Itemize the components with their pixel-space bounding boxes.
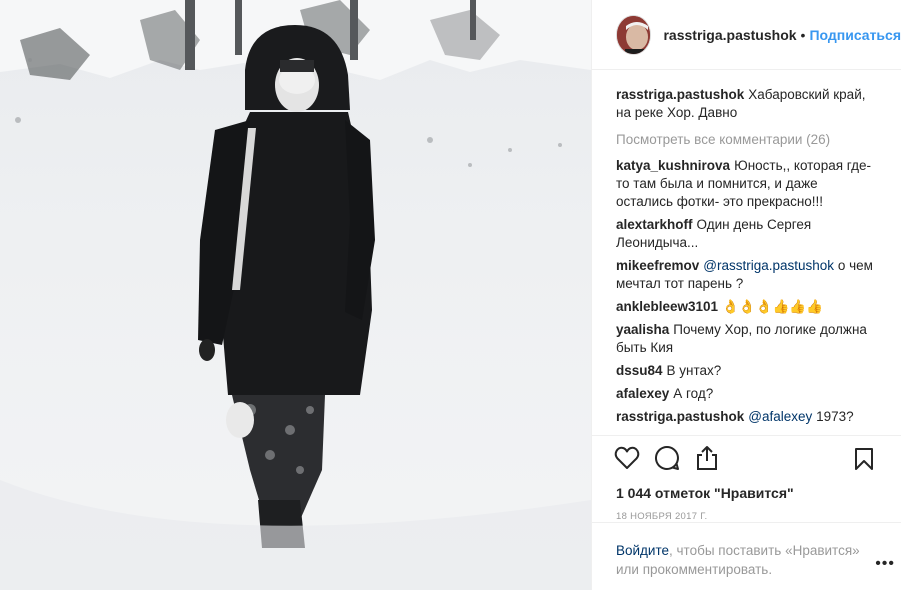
comment-item: dssu84 В унтах? bbox=[616, 362, 877, 380]
comments-section: rasstriga.pastushok Хабаровский край, на … bbox=[592, 70, 901, 436]
avatar[interactable] bbox=[616, 14, 652, 55]
post-photo[interactable] bbox=[0, 0, 591, 590]
comment-icon bbox=[655, 445, 679, 470]
header-username[interactable]: rasstriga.pastushok bbox=[663, 27, 796, 43]
comment-username[interactable]: rasstriga.pastushok bbox=[616, 409, 744, 424]
comment-username[interactable]: yaalisha bbox=[616, 322, 669, 337]
heart-icon bbox=[614, 446, 640, 469]
comment-username[interactable]: mikeefremov bbox=[616, 258, 699, 273]
comment-text: В унтах? bbox=[666, 363, 722, 378]
bookmark-icon bbox=[855, 448, 873, 470]
separator-dot: • bbox=[800, 26, 806, 43]
login-link[interactable]: Войдите bbox=[616, 543, 669, 558]
comment-username[interactable]: anklebleew3101 bbox=[616, 299, 718, 314]
person-figure bbox=[198, 25, 375, 548]
comment-item: alextarkhoff Один день Сергея Леонидыча..… bbox=[616, 216, 877, 252]
comment-item: anklebleew3101 👌👌👌👍👍👍 bbox=[616, 298, 877, 316]
comment-username[interactable]: katya_kushnirova bbox=[616, 158, 730, 173]
likes-count[interactable]: 1 044 отметок "Нравится" bbox=[592, 482, 901, 504]
comment-button[interactable] bbox=[654, 445, 680, 471]
share-button[interactable] bbox=[694, 445, 720, 471]
comment-item: mikeefremov @rasstriga.pastushok о чем ме… bbox=[616, 257, 877, 293]
caption-username[interactable]: rasstriga.pastushok bbox=[616, 87, 744, 102]
comment-username[interactable]: alextarkhoff bbox=[616, 217, 693, 232]
save-button[interactable] bbox=[851, 446, 877, 472]
post-sidebar: rasstriga.pastushok • Подписаться rasstr… bbox=[591, 0, 901, 590]
comment-text: 👌👌👌👍👍👍 bbox=[722, 299, 823, 314]
view-all-comments-link[interactable]: Посмотреть все комментарии (26) bbox=[616, 131, 877, 149]
comment-item: rasstriga.pastushok @afalexey 1973? bbox=[616, 408, 877, 426]
comment-item: afalexey А год? bbox=[616, 385, 877, 403]
share-icon bbox=[697, 446, 717, 470]
comment-item: yaalisha Почему Хор, по логике должна быт… bbox=[616, 321, 877, 357]
comment-username[interactable]: afalexey bbox=[616, 386, 669, 401]
comment-text: А год? bbox=[673, 386, 714, 401]
like-button[interactable] bbox=[614, 445, 640, 471]
photo-image bbox=[0, 0, 591, 590]
post-caption: rasstriga.pastushok Хабаровский край, на … bbox=[616, 86, 877, 122]
comment-text: 1973? bbox=[816, 409, 854, 424]
post-header: rasstriga.pastushok • Подписаться bbox=[592, 0, 901, 70]
avatar-image bbox=[617, 15, 651, 54]
comment-item: katya_kushnirova Юность,, которая где-то … bbox=[616, 157, 877, 211]
more-options-button[interactable]: ••• bbox=[875, 555, 895, 573]
comment-mention[interactable]: @afalexey bbox=[748, 409, 812, 424]
follow-button[interactable]: Подписаться bbox=[809, 27, 901, 43]
action-bar bbox=[592, 436, 901, 480]
comment-username[interactable]: dssu84 bbox=[616, 363, 663, 378]
login-prompt: Войдите, чтобы поставить «Нравится» или … bbox=[592, 522, 901, 579]
comment-mention[interactable]: @rasstriga.pastushok bbox=[703, 258, 834, 273]
